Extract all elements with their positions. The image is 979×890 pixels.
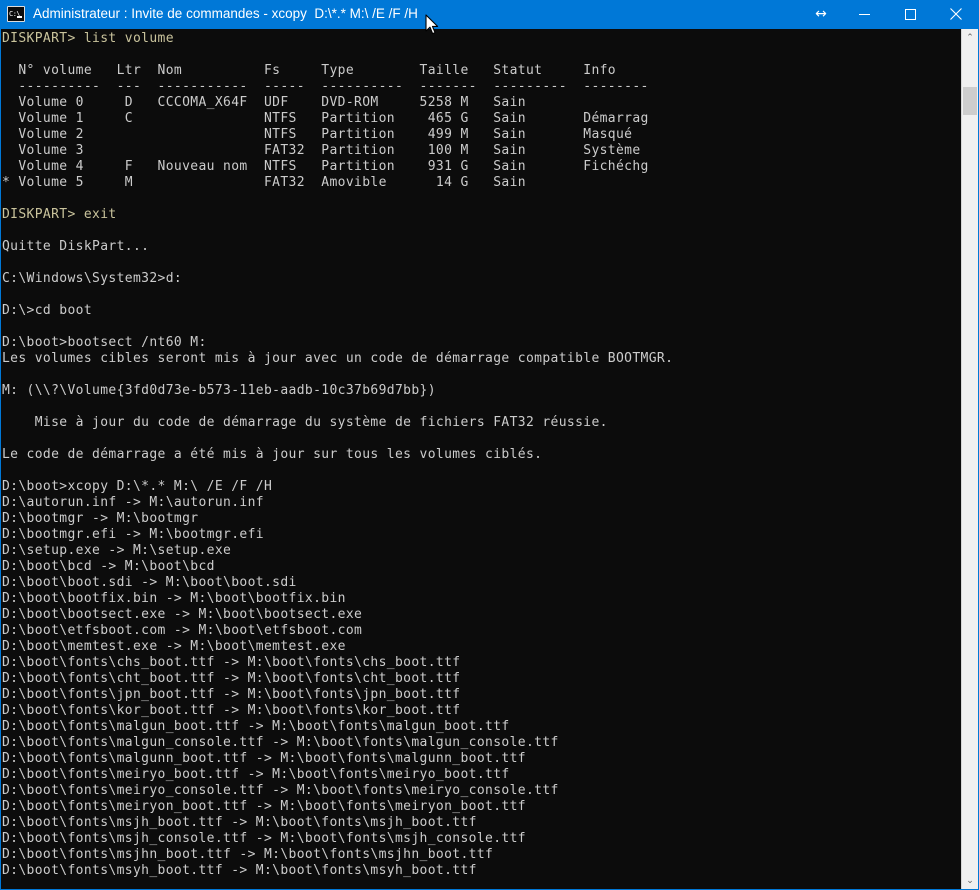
- console-line: DISKPART> exit: [2, 207, 117, 222]
- scroll-down-arrow-icon[interactable]: ⌄: [962, 872, 978, 889]
- close-icon: [950, 8, 962, 20]
- resize-horizontal-icon: ↔: [815, 6, 827, 22]
- console-line: D:\autorun.inf -> M:\autorun.inf: [2, 495, 264, 510]
- console-line: N° volume Ltr Nom Fs Type Taille Statut …: [2, 63, 616, 78]
- console-line: D:\boot\fonts\kor_boot.ttf -> M:\boot\fo…: [2, 703, 461, 718]
- console-line: * Volume 5 M FAT32 Amovible 14 G Sain: [2, 175, 526, 190]
- console-line: Les volumes cibles seront mis à jour ave…: [2, 351, 674, 366]
- console-line: D:\boot\fonts\meiryo_boot.ttf -> M:\boot…: [2, 767, 510, 782]
- window-controls: [841, 0, 979, 29]
- console-line: D:\boot\fonts\cht_boot.ttf -> M:\boot\fo…: [2, 671, 461, 686]
- console-line: Quitte DiskPart...: [2, 239, 150, 254]
- maximize-button[interactable]: [887, 0, 933, 29]
- console-line: D:\boot\fonts\malgunn_boot.ttf -> M:\boo…: [2, 751, 526, 766]
- console-line: D:\setup.exe -> M:\setup.exe: [2, 543, 232, 558]
- console-line: D:\boot\bcd -> M:\boot\bcd: [2, 559, 215, 574]
- console-line: D:\boot\bootfix.bin -> M:\boot\bootfix.b…: [2, 591, 346, 606]
- console-line: D:\boot\fonts\meiryon_boot.ttf -> M:\boo…: [2, 799, 526, 814]
- command-prompt-window: Administrateur : Invite de commandes - x…: [0, 0, 979, 890]
- console-line: DISKPART> list volume: [2, 31, 174, 46]
- console-line: D:\boot\fonts\msjh_boot.ttf -> M:\boot\f…: [2, 815, 477, 830]
- console-line: D:\>cd boot: [2, 303, 93, 318]
- console-line: D:\boot\fonts\jpn_boot.ttf -> M:\boot\fo…: [2, 687, 461, 702]
- console-line: D:\boot\fonts\msjhn_boot.ttf -> M:\boot\…: [2, 847, 494, 862]
- console-line: D:\boot\memtest.exe -> M:\boot\memtest.e…: [2, 639, 346, 654]
- maximize-icon: [904, 8, 916, 20]
- console-line: Volume 1 C NTFS Partition 465 G Sain Dém…: [2, 111, 649, 126]
- console-area: DISKPART> list volume N° volume Ltr Nom …: [1, 29, 978, 889]
- console-line: D:\bootmgr -> M:\bootmgr: [2, 511, 199, 526]
- console-line: D:\boot\fonts\msjh_console.ttf -> M:\boo…: [2, 831, 526, 846]
- minimize-icon: [858, 13, 870, 15]
- close-button[interactable]: [933, 0, 979, 29]
- console-line: D:\boot>xcopy D:\*.* M:\ /E /F /H: [2, 479, 273, 494]
- console-line: D:\bootmgr.efi -> M:\bootmgr.efi: [2, 527, 264, 542]
- console-line: M: (\\?\Volume{3fd0d73e-b573-11eb-aadb-1…: [2, 383, 436, 398]
- cmd-icon: [7, 6, 25, 22]
- console-line: D:\boot\boot.sdi -> M:\boot\boot.sdi: [2, 575, 297, 590]
- console-line: C:\Windows\System32>d:: [2, 271, 183, 286]
- console-line: D:\boot\fonts\msyh_boot.ttf -> M:\boot\f…: [2, 863, 477, 878]
- console-line: D:\boot\fonts\malgun_boot.ttf -> M:\boot…: [2, 719, 510, 734]
- console-line: Mise à jour du code de démarrage du syst…: [2, 415, 608, 430]
- console-line: Volume 3 FAT32 Partition 100 M Sain Syst…: [2, 143, 641, 158]
- console-output[interactable]: DISKPART> list volume N° volume Ltr Nom …: [1, 29, 961, 889]
- console-line: Volume 2 NTFS Partition 499 M Sain Masqu…: [2, 127, 633, 142]
- console-line: Le code de démarrage a été mis à jour su…: [2, 447, 543, 462]
- title-bar[interactable]: Administrateur : Invite de commandes - x…: [0, 0, 979, 29]
- vertical-scrollbar[interactable]: ⌃ ⌄: [961, 29, 978, 889]
- scroll-up-arrow-icon[interactable]: ⌃: [962, 29, 978, 46]
- console-line: Volume 4 F Nouveau nom NTFS Partition 93…: [2, 159, 649, 174]
- console-line: D:\boot>bootsect /nt60 M:: [2, 335, 207, 350]
- console-line: D:\boot\fonts\malgun_console.ttf -> M:\b…: [2, 735, 559, 750]
- minimize-button[interactable]: [841, 0, 887, 29]
- console-line: D:\boot\fonts\meiryo_console.ttf -> M:\b…: [2, 783, 559, 798]
- console-line: D:\boot\bootsect.exe -> M:\boot\bootsect…: [2, 607, 363, 622]
- console-line: ---------- --- ----------- ----- -------…: [2, 79, 649, 94]
- console-line: D:\boot\etfsboot.com -> M:\boot\etfsboot…: [2, 623, 363, 638]
- console-line: D:\boot\fonts\chs_boot.ttf -> M:\boot\fo…: [2, 655, 461, 670]
- scrollbar-thumb[interactable]: [963, 87, 977, 116]
- window-title: Administrateur : Invite de commandes - x…: [33, 6, 418, 21]
- console-line: Volume 0 D CCCOMA_X64F UDF DVD-ROM 5258 …: [2, 95, 526, 110]
